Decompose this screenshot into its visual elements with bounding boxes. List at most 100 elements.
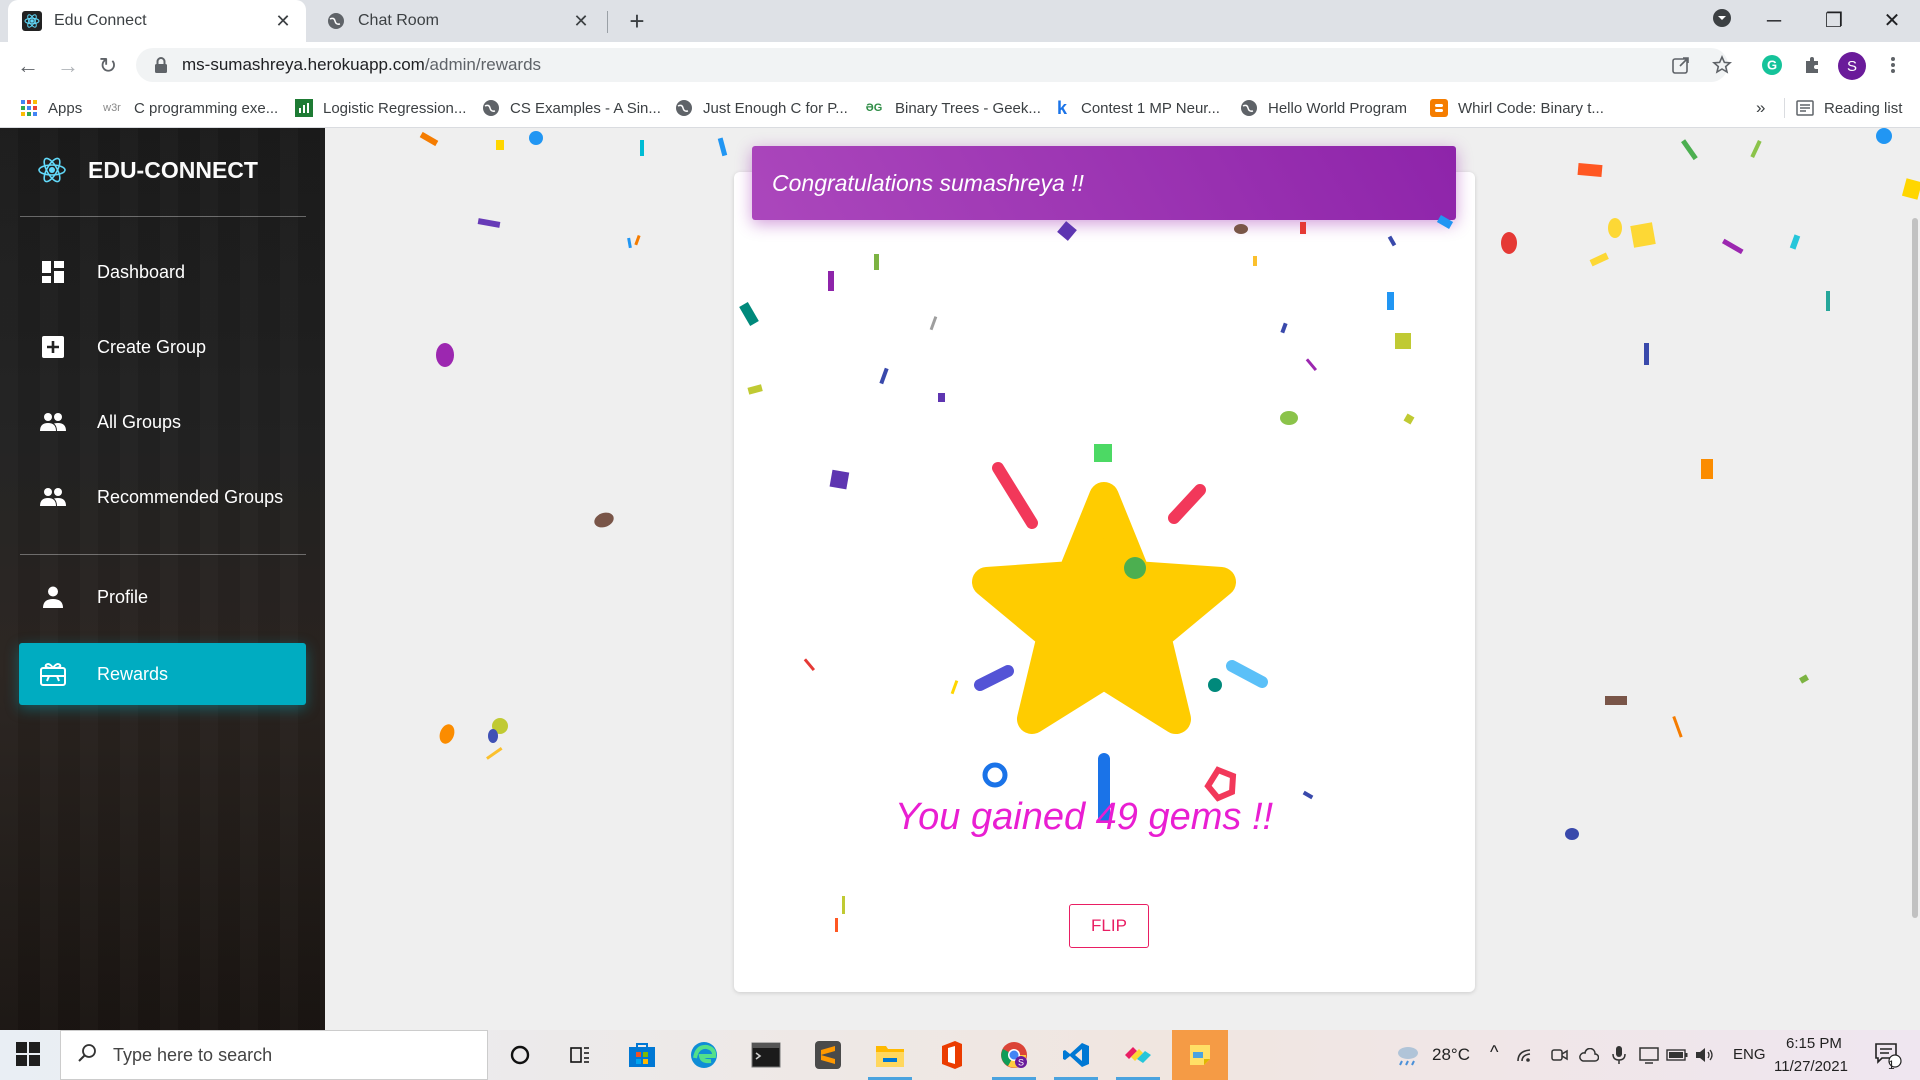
windows-taskbar: Type here to search S 28°C ^ ENG 6:15 PM… [0,1030,1920,1080]
reading-list-label: Reading list [1824,99,1903,117]
restore-button[interactable]: ❐ [1814,8,1854,34]
url-path: /admin/rewards [424,55,542,74]
office-icon[interactable] [934,1037,970,1073]
back-arrow-icon[interactable]: ← [12,50,44,82]
close-window-button[interactable]: ✕ [1872,8,1912,34]
add-box-icon [39,333,67,361]
bookmarks-bar: Apps w3r C programming exe... Logistic R… [0,88,1920,128]
sidebar-item-recommended-groups[interactable]: Recommended Groups [19,466,306,528]
microsoft-store-icon[interactable] [624,1037,660,1073]
bookmark-binary-trees[interactable]: ƏG Binary Trees - Geek... [863,88,1041,128]
more-menu-icon[interactable] [1878,50,1908,80]
bookmark-label: CS Examples - A Sin... [510,99,661,117]
flip-button[interactable]: FLIP [1069,904,1149,948]
tab-title: Chat Room [358,12,439,29]
bookmark-label: C programming exe... [134,99,279,117]
taskbar-search-input[interactable]: Type here to search [60,1030,488,1080]
sidebar-item-label: Dashboard [97,261,186,282]
sticky-notes-icon[interactable] [1172,1030,1228,1080]
bookmark-just-enough-c[interactable]: Just Enough C for P... [675,88,848,128]
sublime-text-icon[interactable] [810,1037,846,1073]
react-logo-icon [36,154,68,186]
network-icon[interactable] [1512,1037,1538,1073]
search-placeholder: Type here to search [113,1044,273,1065]
bookmark-logistic-regression[interactable]: Logistic Regression... [295,88,466,128]
tab-search-icon[interactable] [1702,8,1742,34]
k-icon: k [1056,97,1067,118]
new-tab-button[interactable]: + [622,6,652,36]
microphone-icon[interactable] [1606,1037,1632,1073]
page-content: EDU-CONNECT Dashboard Create Group All G… [0,128,1920,1030]
gems-gained-message: You gained 49 gems !! [894,796,1274,838]
profile-avatar[interactable]: S [1838,52,1866,80]
cortana-icon[interactable] [502,1037,538,1073]
bookmark-c-programming[interactable]: w3r C programming exe... [100,88,278,128]
globe-icon [675,99,693,117]
sidebar-item-label: Recommended Groups [97,486,284,507]
search-icon [77,1043,97,1068]
svg-text:S: S [1018,1058,1024,1068]
reading-list-icon [1796,99,1814,117]
chrome-icon[interactable]: S [996,1037,1032,1073]
tab-edu-connect[interactable]: Edu Connect ✕ [8,0,306,42]
chevron-up-icon[interactable]: ^ [1490,1042,1498,1063]
display-icon[interactable] [1636,1037,1662,1073]
edge-browser-icon[interactable] [686,1037,722,1073]
bookmark-cs-examples[interactable]: CS Examples - A Sin... [482,88,661,128]
language-indicator[interactable]: ENG [1733,1046,1766,1063]
clock-time[interactable]: 6:15 PM [1786,1035,1842,1052]
extensions-puzzle-icon[interactable] [1797,50,1827,80]
bookmark-star-icon[interactable] [1707,50,1737,80]
apps-grid-icon [20,99,38,117]
reading-list-button[interactable]: Reading list [1796,88,1902,128]
svg-text:G: G [1767,58,1777,73]
onedrive-icon[interactable] [1576,1037,1602,1073]
bookmark-label: Just Enough C for P... [703,99,848,117]
bookmark-label: Whirl Code: Binary t... [1458,99,1604,117]
bookmark-whirl-code[interactable]: Whirl Code: Binary t... [1430,88,1604,128]
sidebar-item-create-group[interactable]: Create Group [19,316,306,378]
brand[interactable]: EDU-CONNECT [36,154,258,186]
brand-name: EDU-CONNECT [88,156,258,183]
bookmark-label: Binary Trees - Geek... [895,99,1041,117]
react-favicon-icon [22,11,42,31]
sidebar-item-dashboard[interactable]: Dashboard [19,241,306,303]
address-bar[interactable]: ms-sumashreya.herokuapp.com/admin/reward… [136,48,1728,82]
bookmark-apps[interactable]: Apps [20,88,82,128]
terminal-icon[interactable] [748,1037,784,1073]
person-icon [39,583,67,611]
meet-now-icon[interactable] [1546,1037,1572,1073]
page-scrollbar[interactable] [1912,218,1918,918]
notification-count: 1 [1888,1058,1895,1072]
weather-temperature[interactable]: 28°C [1432,1045,1470,1065]
sidebar-item-all-groups[interactable]: All Groups [19,391,306,453]
bookmark-label: Apps [48,99,83,117]
forward-arrow-icon[interactable]: → [52,50,84,82]
analytics-icon [295,99,313,117]
weather-icon[interactable] [1390,1037,1426,1073]
bookmark-label: Hello World Program [1268,99,1407,117]
globe-icon [482,99,500,117]
grammarly-extension-icon[interactable]: G [1757,50,1787,80]
sidebar-item-profile[interactable]: Profile [19,566,306,628]
battery-icon[interactable] [1664,1037,1690,1073]
vscode-icon[interactable] [1058,1037,1094,1073]
windows-start-icon[interactable] [16,1042,42,1068]
github-desktop-icon[interactable] [1120,1037,1156,1073]
close-tab-icon[interactable]: ✕ [572,11,590,32]
volume-icon[interactable] [1692,1037,1718,1073]
clock-date[interactable]: 11/27/2021 [1774,1058,1848,1075]
lock-icon [152,56,170,74]
bookmarks-overflow-button[interactable]: » [1756,88,1765,128]
reload-icon[interactable]: ↻ [92,50,124,82]
sidebar-item-rewards[interactable]: Rewards [19,643,306,705]
minimize-button[interactable]: ─ [1754,8,1794,34]
file-explorer-icon[interactable] [872,1037,908,1073]
bookmark-hello-world[interactable]: Hello World Program [1240,88,1407,128]
browser-toolbar: ← → ↻ ms-sumashreya.herokuapp.com/admin/… [0,42,1920,88]
close-tab-icon[interactable]: ✕ [274,11,292,32]
task-view-icon[interactable] [562,1037,598,1073]
tab-chat-room[interactable]: Chat Room ✕ [312,0,604,42]
share-icon[interactable] [1666,50,1696,80]
bookmark-contest[interactable]: k Contest 1 MP Neur... [1053,88,1220,128]
